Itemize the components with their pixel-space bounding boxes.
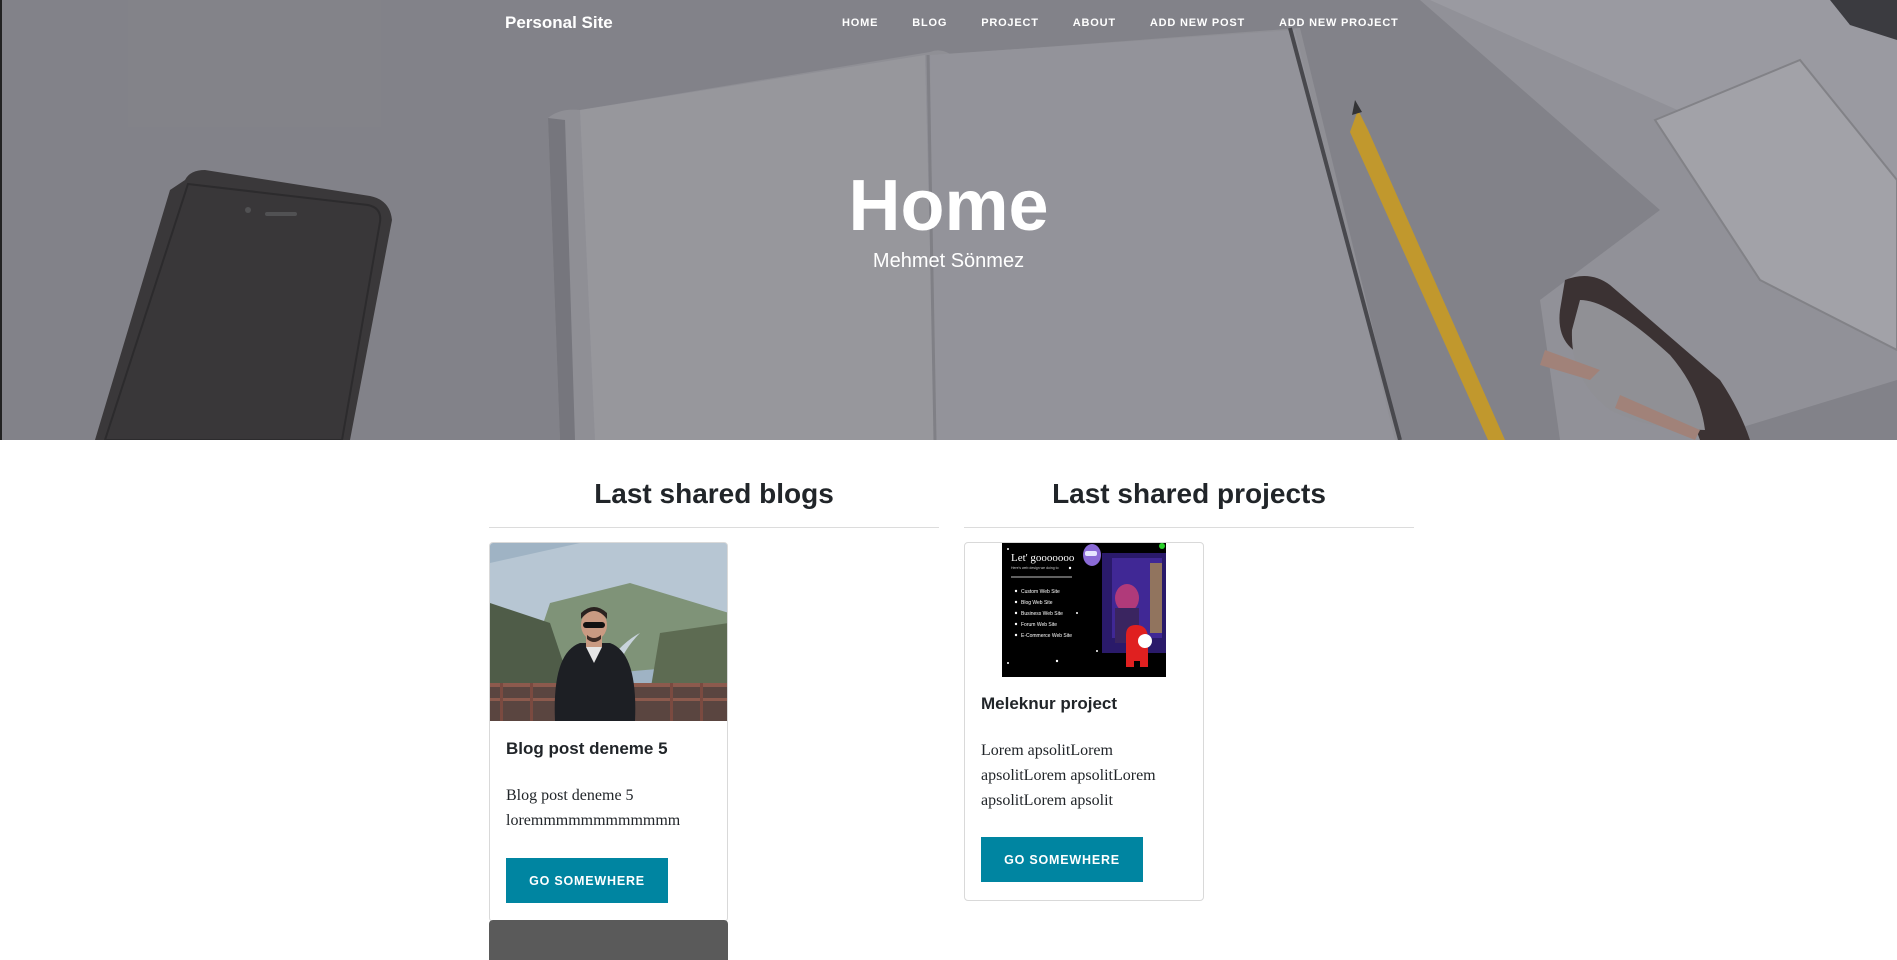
blog-card-title[interactable]: Blog post deneme 5: [506, 739, 668, 759]
blog-card-image[interactable]: [490, 543, 728, 721]
project-image-item: Custom Web Site: [1021, 589, 1060, 595]
nav-link-home[interactable]: HOME: [842, 17, 878, 29]
nav-link-add-new-project[interactable]: ADD NEW PROJECT: [1279, 17, 1399, 29]
main-navbar: Personal Site HOME BLOG PROJECT ABOUT AD…: [0, 0, 1897, 46]
nav-link-about[interactable]: ABOUT: [1073, 17, 1116, 29]
blog-card-text: Blog post deneme 5 loremmmmmmmmmmmm: [506, 787, 681, 829]
blog-go-somewhere-button[interactable]: GO SOMEWHERE: [506, 858, 668, 903]
project-card-text: Lorem apsolitLorem apsolitLorem apsolitL…: [981, 742, 1156, 809]
blogs-divider: [489, 527, 939, 528]
blogs-section-heading: Last shared blogs: [594, 478, 834, 509]
project-go-somewhere-button[interactable]: GO SOMEWHERE: [981, 837, 1143, 882]
projects-section-heading: Last shared projects: [1052, 478, 1326, 509]
project-image-item: Forum Web Site: [1021, 622, 1057, 628]
project-card-image[interactable]: Let' gooooooo Here's web design we doing…: [1002, 543, 1166, 677]
nav-link-project[interactable]: PROJECT: [981, 17, 1039, 29]
project-card: Let' gooooooo Here's web design we doing…: [964, 542, 1204, 901]
hero-header: Personal Site HOME BLOG PROJECT ABOUT AD…: [0, 0, 1897, 440]
nav-link-add-new-post[interactable]: ADD NEW POST: [1150, 17, 1245, 29]
project-image-tagline: Here's web design we doing to: [1011, 566, 1059, 570]
project-card-title[interactable]: Meleknur project: [981, 694, 1117, 714]
blog-card: Blog post deneme 5 Blog post deneme 5 lo…: [489, 542, 728, 922]
project-image-headline: Let' gooooooo: [1011, 552, 1075, 564]
nav-link-blog[interactable]: BLOG: [912, 17, 947, 29]
projects-divider: [964, 527, 1414, 528]
brand-logo-link[interactable]: Personal Site: [505, 13, 613, 33]
page-title: Home: [848, 166, 1049, 246]
page-subtitle: Mehmet Sönmez: [872, 250, 1025, 272]
project-image-item: E-Commerce Web Site: [1021, 633, 1072, 639]
blog-card-next-partial: [489, 920, 728, 960]
project-image-item: Business Web Site: [1021, 611, 1063, 617]
project-image-item: Blog Web Site: [1021, 600, 1053, 606]
nav-links: HOME BLOG PROJECT ABOUT ADD NEW POST ADD…: [842, 17, 1433, 29]
